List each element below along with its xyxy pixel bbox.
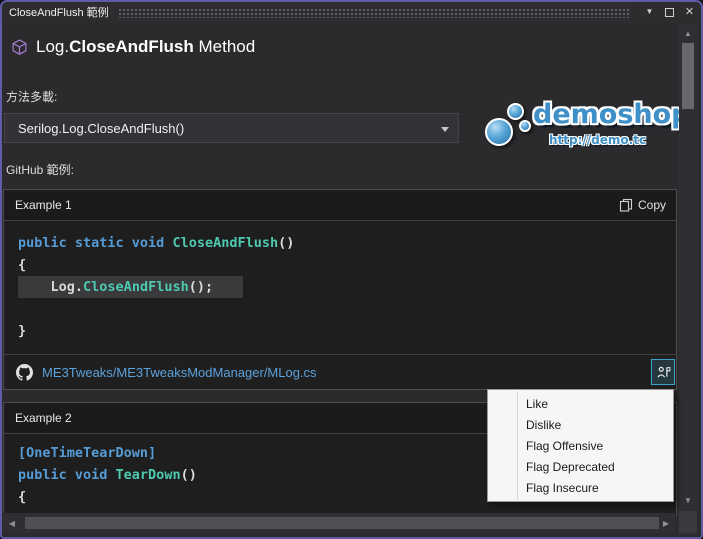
scroll-up-icon[interactable]: ▲: [679, 26, 697, 41]
example-1-title: Example 1: [15, 198, 72, 212]
feedback-context-menu: Like Dislike Flag Offensive Flag Deprecated…: [487, 389, 674, 502]
overload-label: 方法多載:: [6, 90, 58, 104]
window-menu-button[interactable]: ▼: [641, 4, 658, 20]
page-title: Log.CloseAndFlush Method: [11, 37, 255, 57]
menu-item-dislike[interactable]: Dislike: [488, 415, 673, 436]
github-examples-label: GitHub 範例:: [6, 163, 75, 177]
vertical-scroll-thumb[interactable]: [682, 43, 694, 109]
overload-combobox[interactable]: Serilog.Log.CloseAndFlush(): [4, 113, 459, 143]
scrollbar-corner: [679, 511, 697, 533]
example-1-header: Example 1 Copy: [4, 190, 676, 221]
code-line: public static void CloseAndFlush(): [18, 235, 295, 251]
example-1-code: public static void CloseAndFlush() { Log.…: [4, 221, 676, 342]
title-bar: CloseAndFlush 範例 ▼ ✕: [2, 2, 701, 22]
drag-grip[interactable]: [117, 6, 631, 18]
code-line: }: [18, 323, 27, 339]
horizontal-scroll-thumb[interactable]: [25, 517, 659, 529]
copy-icon: [619, 198, 633, 212]
menu-item-flag-offensive[interactable]: Flag Offensive: [488, 436, 673, 457]
example-2-title: Example 2: [15, 411, 72, 425]
window-title: CloseAndFlush 範例: [9, 7, 109, 19]
molecule-icon: [483, 102, 535, 152]
page-title-text: Log.CloseAndFlush Method: [36, 37, 256, 56]
copy-label: Copy: [637, 198, 666, 212]
overload-selected-value: Serilog.Log.CloseAndFlush(): [18, 120, 185, 136]
menu-item-like[interactable]: Like: [488, 394, 673, 415]
method-cube-icon: [12, 38, 27, 55]
maximize-icon: [665, 7, 674, 17]
chevron-down-icon: ▼: [645, 7, 654, 16]
demoshop-logo: demoshop http://demo.tc: [483, 96, 691, 162]
menu-items: Like Dislike Flag Offensive Flag Deprecated…: [488, 394, 673, 499]
scroll-right-icon[interactable]: ▶: [658, 513, 674, 533]
content-area: Log.CloseAndFlush Method 方法多載: Serilog.L…: [2, 22, 701, 537]
menu-item-flag-insecure[interactable]: Flag Insecure: [488, 478, 673, 499]
source-link[interactable]: ME3Tweaks/ME3TweaksModManager/MLog.cs: [42, 365, 317, 380]
feedback-flag-button[interactable]: [651, 359, 675, 385]
close-icon: ✕: [684, 5, 695, 18]
combobox-arrow-icon: [441, 127, 449, 132]
logo-url: http://demo.tc: [549, 133, 647, 147]
copy-button[interactable]: Copy: [619, 190, 666, 220]
github-icon: [16, 363, 33, 381]
code-line: Log.CloseAndFlush();: [18, 276, 676, 298]
code-line: {: [18, 257, 27, 273]
example-1-panel: Example 1 Copy public static void CloseA…: [3, 189, 677, 390]
menu-item-flag-deprecated[interactable]: Flag Deprecated: [488, 457, 673, 478]
close-button[interactable]: ✕: [681, 4, 698, 20]
person-flag-icon: [656, 366, 670, 378]
logo-title: demoshop: [533, 99, 691, 130]
scroll-left-icon[interactable]: ◀: [4, 513, 20, 533]
tool-window: CloseAndFlush 範例 ▼ ✕ Log.CloseAndFlush M…: [0, 0, 703, 539]
scroll-down-icon[interactable]: ▼: [679, 493, 697, 508]
horizontal-scrollbar[interactable]: ◀ ▶: [3, 513, 675, 533]
maximize-button[interactable]: [661, 4, 678, 20]
menu-icon-gutter: [517, 391, 518, 500]
example-1-footer: ME3Tweaks/ME3TweaksModManager/MLog.cs: [4, 354, 676, 389]
vertical-scrollbar[interactable]: ▲ ▼: [679, 24, 697, 535]
